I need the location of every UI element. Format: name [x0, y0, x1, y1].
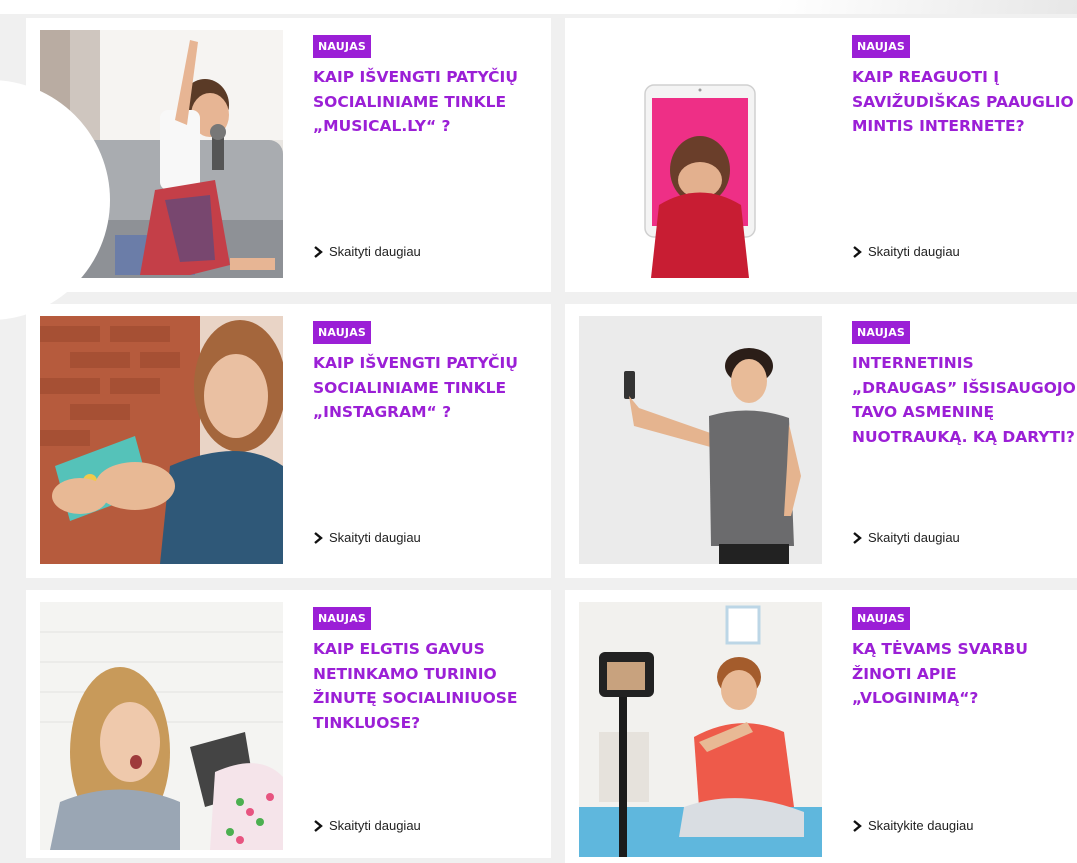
article-card[interactable]: NAUJAS KAIP IŠVENGTI PATYČIŲ SOCIALINIAM… — [26, 18, 551, 292]
new-badge: NAUJAS — [313, 321, 372, 344]
new-badge: NAUJAS — [313, 35, 372, 58]
chevron-right-icon — [853, 531, 862, 544]
read-more-link[interactable]: Skaityti daugiau — [313, 244, 421, 259]
article-thumbnail[interactable] — [579, 602, 822, 857]
read-more-link[interactable]: Skaityti daugiau — [852, 530, 960, 545]
new-badge: NAUJAS — [313, 607, 372, 630]
boy-selfie-photo — [579, 316, 822, 564]
chevron-right-icon — [853, 245, 862, 258]
tablet-crying-girl-photo — [579, 30, 822, 278]
chevron-right-icon — [853, 819, 862, 832]
chevron-right-icon — [314, 819, 323, 832]
new-badge: NAUJAS — [852, 321, 911, 344]
article-title[interactable]: KAIP IŠVENGTI PATYČIŲ SOCIALINIAME TINKL… — [313, 65, 538, 139]
article-thumbnail[interactable] — [40, 602, 283, 850]
read-more-label: Skaityti daugiau — [329, 818, 421, 833]
read-more-label: Skaityti daugiau — [329, 530, 421, 545]
chevron-right-icon — [314, 531, 323, 544]
article-title[interactable]: KAIP REAGUOTI Į SAVIŽUDIŠKAS PAAUGLIO MI… — [852, 65, 1077, 139]
chevron-right-icon — [314, 245, 323, 258]
top-shade — [777, 0, 1077, 14]
read-more-link[interactable]: Skaityti daugiau — [852, 244, 960, 259]
boy-vlogging-camera-photo — [579, 602, 822, 857]
girl-gaming-photo — [40, 316, 283, 564]
girl-shocked-tablet-photo — [40, 602, 283, 850]
article-thumbnail[interactable] — [579, 30, 822, 278]
read-more-label: Skaitykite daugiau — [868, 818, 974, 833]
read-more-link[interactable]: Skaityti daugiau — [313, 818, 421, 833]
read-more-label: Skaityti daugiau — [868, 244, 960, 259]
new-badge: NAUJAS — [852, 607, 911, 630]
article-title[interactable]: KĄ TĖVAMS SVARBU ŽINOTI APIE „VLOGINIMĄ“… — [852, 637, 1077, 711]
article-card[interactable]: NAUJAS KAIP IŠVENGTI PATYČIŲ SOCIALINIAM… — [26, 304, 551, 578]
article-card[interactable]: NAUJAS KĄ TĖVAMS SVARBU ŽINOTI APIE „VLO… — [565, 590, 1077, 863]
article-card[interactable]: NAUJAS KAIP REAGUOTI Į SAVIŽUDIŠKAS PAAU… — [565, 18, 1077, 292]
article-title[interactable]: KAIP IŠVENGTI PATYČIŲ SOCIALINIAME TINKL… — [313, 351, 538, 425]
article-title[interactable]: KAIP ELGTIS GAVUS NETINKAMO TURINIO ŽINU… — [313, 637, 538, 735]
read-more-label: Skaityti daugiau — [329, 244, 421, 259]
read-more-label: Skaityti daugiau — [868, 530, 960, 545]
read-more-link[interactable]: Skaitykite daugiau — [852, 818, 974, 833]
new-badge: NAUJAS — [852, 35, 911, 58]
article-thumbnail[interactable] — [40, 316, 283, 564]
article-title[interactable]: INTERNETINIS „DRAUGAS” IŠSISAUGOJO TAVO … — [852, 351, 1077, 449]
article-card[interactable]: NAUJAS KAIP ELGTIS GAVUS NETINKAMO TURIN… — [26, 590, 551, 858]
article-thumbnail[interactable] — [579, 316, 822, 564]
read-more-link[interactable]: Skaityti daugiau — [313, 530, 421, 545]
article-card[interactable]: NAUJAS INTERNETINIS „DRAUGAS” IŠSISAUGOJ… — [565, 304, 1077, 578]
